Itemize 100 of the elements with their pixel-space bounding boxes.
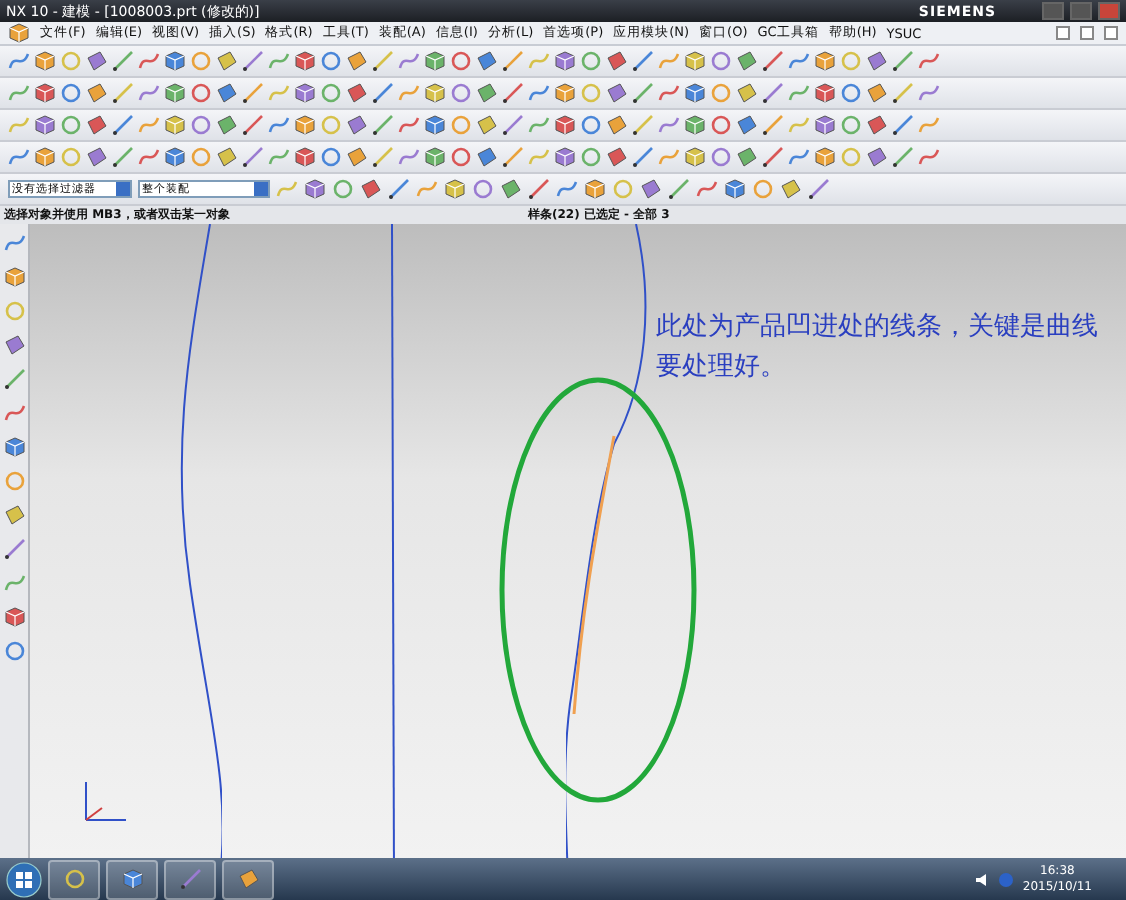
curve-icon[interactable] bbox=[3, 232, 25, 254]
sheet-icon[interactable] bbox=[476, 50, 498, 72]
cube-icon[interactable] bbox=[34, 146, 56, 168]
line-icon[interactable] bbox=[112, 146, 134, 168]
cube-icon[interactable] bbox=[3, 266, 25, 288]
sheet-icon[interactable] bbox=[736, 82, 758, 104]
taskbar-button[interactable] bbox=[164, 859, 216, 899]
line-icon[interactable] bbox=[762, 82, 784, 104]
sheet-icon[interactable] bbox=[866, 114, 888, 136]
cube-icon[interactable] bbox=[294, 146, 316, 168]
circle-icon[interactable] bbox=[840, 82, 862, 104]
line-icon[interactable] bbox=[762, 50, 784, 72]
sheet-icon[interactable] bbox=[86, 114, 108, 136]
cube-icon[interactable] bbox=[814, 146, 836, 168]
line-icon[interactable] bbox=[528, 178, 550, 200]
line-icon[interactable] bbox=[242, 82, 264, 104]
circle-icon[interactable] bbox=[190, 82, 212, 104]
line-icon[interactable] bbox=[892, 114, 914, 136]
cube-icon[interactable] bbox=[294, 82, 316, 104]
line-icon[interactable] bbox=[3, 538, 25, 560]
line-icon[interactable] bbox=[372, 82, 394, 104]
cube-icon[interactable] bbox=[3, 606, 25, 628]
sheet-icon[interactable] bbox=[346, 146, 368, 168]
sheet-icon[interactable] bbox=[216, 82, 238, 104]
close-button[interactable] bbox=[1104, 26, 1118, 40]
line-icon[interactable] bbox=[502, 146, 524, 168]
taskbar-button[interactable] bbox=[48, 859, 100, 899]
sheet-icon[interactable] bbox=[866, 50, 888, 72]
cube-icon[interactable] bbox=[814, 114, 836, 136]
sheet-icon[interactable] bbox=[346, 114, 368, 136]
line-icon[interactable] bbox=[112, 114, 134, 136]
cube-icon[interactable] bbox=[164, 146, 186, 168]
cube-icon[interactable] bbox=[424, 82, 446, 104]
circle-icon[interactable] bbox=[710, 50, 732, 72]
sheet-icon[interactable] bbox=[216, 50, 238, 72]
taskbar-button[interactable] bbox=[222, 859, 274, 899]
line-icon[interactable] bbox=[242, 50, 264, 72]
sheet-icon[interactable] bbox=[500, 178, 522, 200]
line-icon[interactable] bbox=[372, 50, 394, 72]
sheet-icon[interactable] bbox=[360, 178, 382, 200]
cube-icon[interactable] bbox=[684, 114, 706, 136]
sheet-icon[interactable] bbox=[606, 146, 628, 168]
line-icon[interactable] bbox=[3, 368, 25, 390]
line-icon[interactable] bbox=[762, 114, 784, 136]
restore-button[interactable] bbox=[1080, 26, 1094, 40]
curve-icon[interactable] bbox=[8, 146, 30, 168]
taskbar-button[interactable] bbox=[106, 859, 158, 899]
cube-icon[interactable] bbox=[34, 114, 56, 136]
cube-icon[interactable] bbox=[444, 178, 466, 200]
circle-icon[interactable] bbox=[450, 146, 472, 168]
cube-icon[interactable] bbox=[684, 82, 706, 104]
minimize-button[interactable] bbox=[1056, 26, 1070, 40]
sheet-icon[interactable] bbox=[606, 114, 628, 136]
cube-icon[interactable] bbox=[554, 50, 576, 72]
sheet-icon[interactable] bbox=[237, 868, 259, 890]
speaker-icon[interactable] bbox=[974, 871, 991, 887]
sheet-icon[interactable] bbox=[86, 50, 108, 72]
cube-icon[interactable] bbox=[724, 178, 746, 200]
cube-icon[interactable] bbox=[304, 178, 326, 200]
circle-icon[interactable] bbox=[450, 50, 472, 72]
line-icon[interactable] bbox=[372, 114, 394, 136]
sheet-icon[interactable] bbox=[476, 114, 498, 136]
cube-icon[interactable] bbox=[584, 178, 606, 200]
curve-icon[interactable] bbox=[138, 146, 160, 168]
line-icon[interactable] bbox=[502, 50, 524, 72]
sheet-icon[interactable] bbox=[476, 82, 498, 104]
cube-icon[interactable] bbox=[164, 82, 186, 104]
sheet-icon[interactable] bbox=[346, 82, 368, 104]
circle-icon[interactable] bbox=[320, 50, 342, 72]
sheet-icon[interactable] bbox=[476, 146, 498, 168]
circle-icon[interactable] bbox=[710, 114, 732, 136]
circle-icon[interactable] bbox=[3, 640, 25, 662]
circle-icon[interactable] bbox=[63, 868, 85, 890]
cube-icon[interactable] bbox=[294, 50, 316, 72]
cube-icon[interactable] bbox=[424, 50, 446, 72]
cube-icon[interactable] bbox=[814, 50, 836, 72]
cube-icon[interactable] bbox=[554, 114, 576, 136]
sheet-icon[interactable] bbox=[216, 146, 238, 168]
circle-icon[interactable] bbox=[450, 82, 472, 104]
cube-icon[interactable] bbox=[424, 146, 446, 168]
line-icon[interactable] bbox=[112, 82, 134, 104]
line-icon[interactable] bbox=[632, 50, 654, 72]
cube-icon[interactable] bbox=[684, 50, 706, 72]
line-icon[interactable] bbox=[762, 146, 784, 168]
line-icon[interactable] bbox=[502, 114, 524, 136]
sheet-icon[interactable] bbox=[606, 82, 628, 104]
sheet-icon[interactable] bbox=[3, 334, 25, 356]
line-icon[interactable] bbox=[632, 114, 654, 136]
curve-icon[interactable] bbox=[138, 50, 160, 72]
line-icon[interactable] bbox=[372, 146, 394, 168]
circle-icon[interactable] bbox=[472, 178, 494, 200]
cube-icon[interactable] bbox=[121, 868, 143, 890]
line-icon[interactable] bbox=[808, 178, 830, 200]
curve-icon[interactable] bbox=[398, 114, 420, 136]
line-icon[interactable] bbox=[892, 146, 914, 168]
sheet-icon[interactable] bbox=[866, 82, 888, 104]
cube-icon[interactable] bbox=[8, 22, 30, 44]
cube-icon[interactable] bbox=[814, 82, 836, 104]
curve-icon[interactable] bbox=[918, 146, 940, 168]
cube-icon[interactable] bbox=[34, 50, 56, 72]
